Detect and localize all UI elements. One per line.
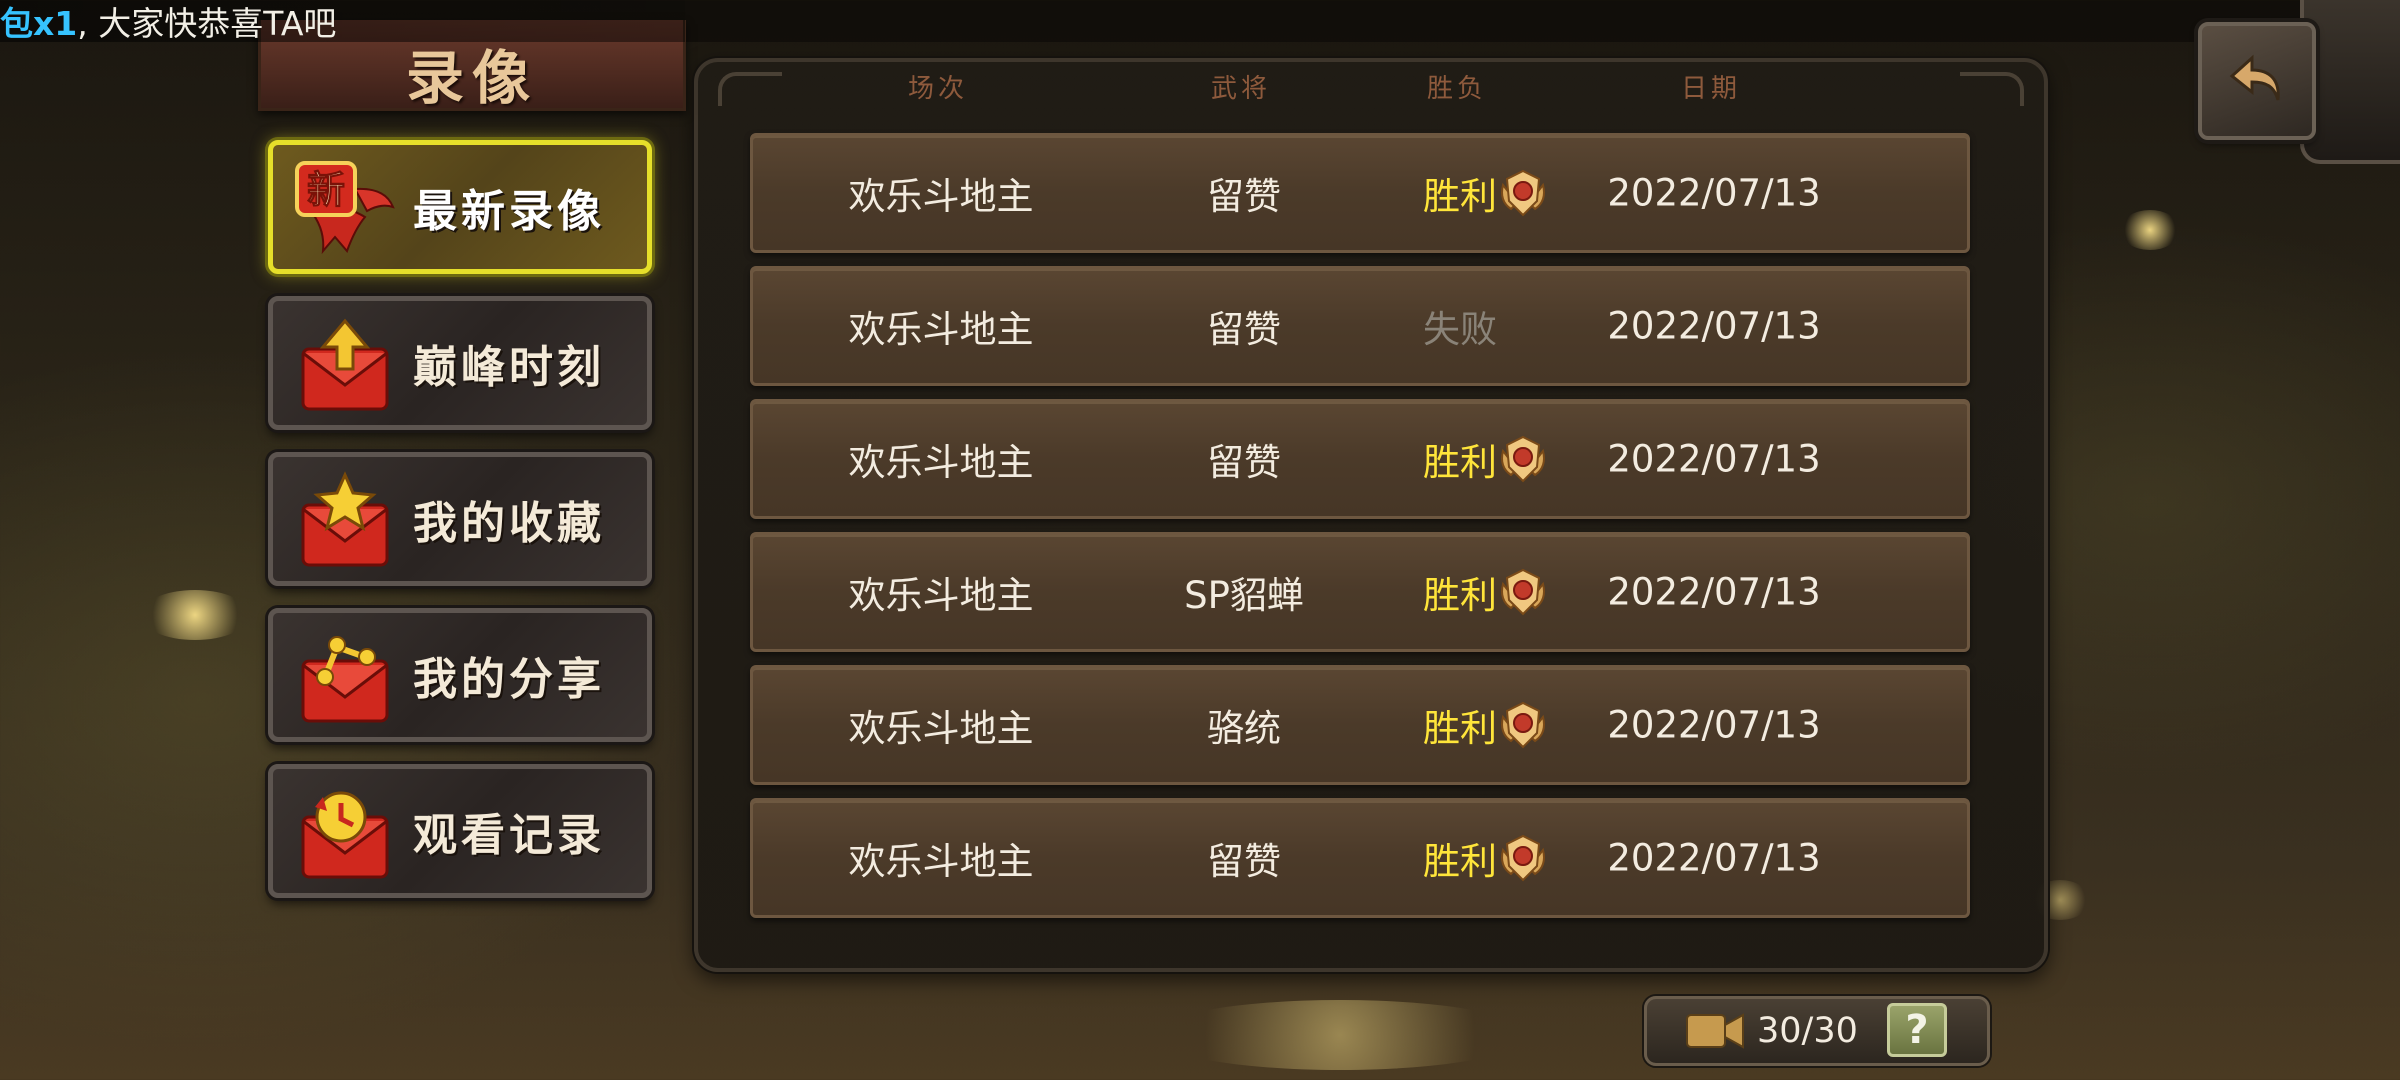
column-header-date: 日期 — [1680, 74, 1742, 104]
row-result: 胜利 — [1423, 574, 1497, 617]
row-date: 2022/07/13 — [1607, 703, 1821, 747]
row-mode: 欢乐斗地主 — [848, 707, 1034, 750]
row-result: 失败 — [1423, 308, 1497, 351]
row-result: 胜利 — [1423, 175, 1497, 218]
replay-row[interactable]: 欢乐斗地主 留赞 胜利 2022/07/13 — [750, 133, 1970, 253]
victory-medal-icon — [1501, 701, 1545, 749]
light-spark — [2120, 210, 2180, 250]
sidebar-item-peak-moments[interactable]: 巅峰时刻 — [268, 296, 652, 430]
panel-corner-ornament — [718, 72, 782, 106]
sidebar-item-label: 我的分享 — [413, 654, 605, 705]
column-header-general: 武将 — [1210, 74, 1272, 104]
row-mode: 欢乐斗地主 — [848, 840, 1034, 883]
ticker-message: , 大家快恭喜TA吧 — [77, 4, 337, 42]
sidebar-item-watch-history[interactable]: 观看记录 — [268, 764, 652, 898]
replay-quota-counter: 30/30 ? — [1644, 996, 1990, 1066]
row-date: 2022/07/13 — [1607, 437, 1821, 481]
replay-row[interactable]: 欢乐斗地主 SP貂蝉 胜利 2022/07/13 — [750, 532, 1970, 652]
light-spark — [1150, 1000, 1530, 1070]
row-date: 2022/07/13 — [1607, 836, 1821, 880]
red-envelope-share-icon — [301, 636, 389, 723]
victory-medal-icon — [1501, 169, 1545, 217]
column-header-result: 胜负 — [1426, 74, 1488, 104]
sidebar-item-label: 巅峰时刻 — [413, 342, 605, 393]
sidebar-item-latest[interactable]: 新 最新录像 — [268, 140, 652, 274]
back-button[interactable] — [2198, 22, 2316, 140]
announcement-ticker: 包x1 , 大家快恭喜TA吧 — [0, 0, 685, 42]
sidebar-item-label: 观看记录 — [413, 810, 605, 861]
row-result: 胜利 — [1423, 840, 1497, 883]
row-general: SP貂蝉 — [1184, 574, 1304, 617]
top-strip — [685, 0, 2400, 42]
sidebar-item-favorites[interactable]: 我的收藏 — [268, 452, 652, 586]
row-result: 胜利 — [1423, 441, 1497, 484]
video-camera-icon — [1686, 1013, 1744, 1049]
row-general: 留赞 — [1207, 840, 1281, 883]
column-header-mode: 场次 — [907, 74, 969, 104]
ticker-highlight: 包x1 — [0, 4, 78, 42]
row-general: 留赞 — [1207, 441, 1281, 484]
victory-medal-icon — [1501, 568, 1545, 616]
row-date: 2022/07/13 — [1607, 304, 1821, 348]
sidebar-item-shares[interactable]: 我的分享 — [268, 608, 652, 742]
panel-corner-ornament — [1960, 72, 2024, 106]
replay-row[interactable]: 欢乐斗地主 骆统 胜利 2022/07/13 — [750, 665, 1970, 785]
victory-medal-icon — [1501, 435, 1545, 483]
row-general: 骆统 — [1207, 707, 1281, 750]
row-date: 2022/07/13 — [1607, 570, 1821, 614]
victory-medal-icon — [1501, 834, 1545, 882]
back-arrow-icon — [2229, 54, 2280, 101]
red-envelope-arrow-icon — [301, 318, 389, 411]
row-mode: 欢乐斗地主 — [848, 175, 1034, 218]
red-envelope-star-icon — [301, 471, 389, 567]
replay-row[interactable]: 欢乐斗地主 留赞 胜利 2022/07/13 — [750, 399, 1970, 519]
sidebar-item-label: 我的收藏 — [413, 498, 605, 549]
row-date: 2022/07/13 — [1607, 171, 1821, 215]
row-result: 胜利 — [1423, 707, 1497, 750]
row-mode: 欢乐斗地主 — [848, 574, 1034, 617]
sidebar-item-label: 最新录像 — [413, 186, 605, 237]
help-button[interactable]: ? — [1887, 1003, 1947, 1057]
red-envelope-clock-icon — [301, 791, 389, 879]
row-general: 留赞 — [1207, 175, 1281, 218]
replay-row[interactable]: 欢乐斗地主 留赞 失败 2022/07/13 — [750, 266, 1970, 386]
replay-count: 30/30 — [1757, 1011, 1858, 1051]
row-mode: 欢乐斗地主 — [848, 441, 1034, 484]
row-mode: 欢乐斗地主 — [848, 308, 1034, 351]
row-general: 留赞 — [1207, 308, 1281, 351]
replay-row[interactable]: 欢乐斗地主 留赞 胜利 2022/07/13 — [750, 798, 1970, 918]
page-title: 录像 — [405, 44, 538, 112]
light-spark — [140, 590, 250, 640]
new-ribbon-icon: 新 — [295, 161, 395, 255]
new-badge-text: 新 — [307, 168, 345, 212]
